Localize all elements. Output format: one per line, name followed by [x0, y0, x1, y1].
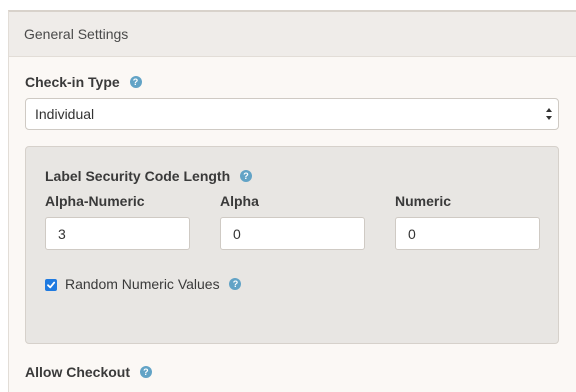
alpha-numeric-value: 3: [58, 225, 66, 242]
question-circle-icon[interactable]: ?: [229, 278, 242, 291]
question-circle-icon[interactable]: ?: [129, 76, 142, 89]
security-code-well: Label Security Code Length ? Alpha-Numer…: [25, 146, 559, 344]
checkin-type-selected: Individual: [35, 106, 95, 122]
random-numeric-checkbox[interactable]: [45, 279, 57, 291]
checkin-type-select[interactable]: Individual: [25, 98, 559, 130]
alpha-numeric-label: Alpha-Numeric: [45, 193, 145, 209]
checkmark-icon: [47, 281, 56, 289]
question-circle-icon[interactable]: ?: [139, 366, 152, 379]
random-numeric-label-row: Random Numeric Values ?: [65, 276, 242, 292]
alpha-label: Alpha: [220, 193, 259, 209]
settings-panel: General Settings Check-in Type ? Individ…: [8, 10, 576, 392]
allow-checkout-label-row: Allow Checkout ?: [25, 364, 152, 380]
numeric-value: 0: [408, 225, 416, 242]
select-arrows-icon: [546, 108, 552, 120]
alpha-value: 0: [233, 225, 241, 242]
alpha-input[interactable]: 0: [220, 217, 365, 250]
checkin-type-label-row: Check-in Type ?: [25, 74, 142, 90]
security-code-title-row: Label Security Code Length ?: [45, 168, 253, 184]
alpha-numeric-input[interactable]: 3: [45, 217, 190, 250]
security-code-title: Label Security Code Length: [45, 168, 231, 184]
random-numeric-label[interactable]: Random Numeric Values: [65, 276, 220, 292]
numeric-input[interactable]: 0: [395, 217, 540, 250]
panel-heading: General Settings: [9, 12, 576, 57]
numeric-label: Numeric: [395, 193, 452, 209]
panel-title: General Settings: [24, 26, 129, 42]
question-circle-icon[interactable]: ?: [240, 170, 253, 183]
checkin-type-label: Check-in Type: [25, 74, 120, 90]
allow-checkout-label: Allow Checkout: [25, 364, 131, 380]
